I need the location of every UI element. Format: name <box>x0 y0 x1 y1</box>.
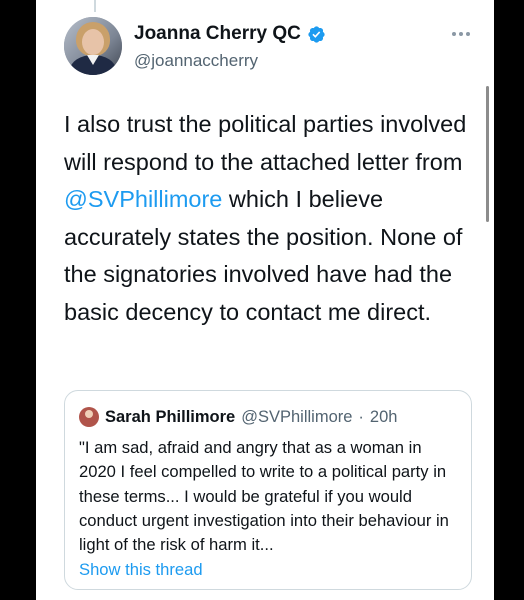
thread-connector-line <box>94 0 96 12</box>
mention-link[interactable]: @SVPhillimore <box>64 186 222 212</box>
quoted-author-avatar <box>79 407 99 427</box>
quoted-separator: · <box>358 407 364 426</box>
author-name[interactable]: Joanna Cherry QC <box>134 23 301 45</box>
show-thread-link[interactable]: Show this thread <box>79 560 203 580</box>
quoted-timestamp: 20h <box>369 407 398 426</box>
author-handle[interactable]: @joannaccherry <box>134 51 258 71</box>
more-options-icon[interactable] <box>452 32 470 36</box>
quoted-tweet[interactable]: Sarah Phillimore @SVPhillimore · 20h "I … <box>64 390 472 590</box>
verified-badge-icon <box>308 25 325 43</box>
author-name-row: Joanna Cherry QC <box>134 23 326 45</box>
quoted-author-name: Sarah Phillimore <box>105 407 236 426</box>
tweet-card: Joanna Cherry QC @joannaccherry I also t… <box>36 0 494 600</box>
tweet-text: I also trust the political parties invol… <box>64 106 484 331</box>
quoted-author-handle: @SVPhillimore <box>241 407 353 426</box>
scrollbar[interactable] <box>486 86 489 222</box>
tweet-text-part-1: I also trust the political parties invol… <box>64 111 467 175</box>
quoted-tweet-text: "I am sad, afraid and angry that as a wo… <box>79 438 449 555</box>
quoted-tweet-header: Sarah Phillimore @SVPhillimore · 20h <box>79 407 397 427</box>
author-avatar[interactable] <box>64 17 122 75</box>
